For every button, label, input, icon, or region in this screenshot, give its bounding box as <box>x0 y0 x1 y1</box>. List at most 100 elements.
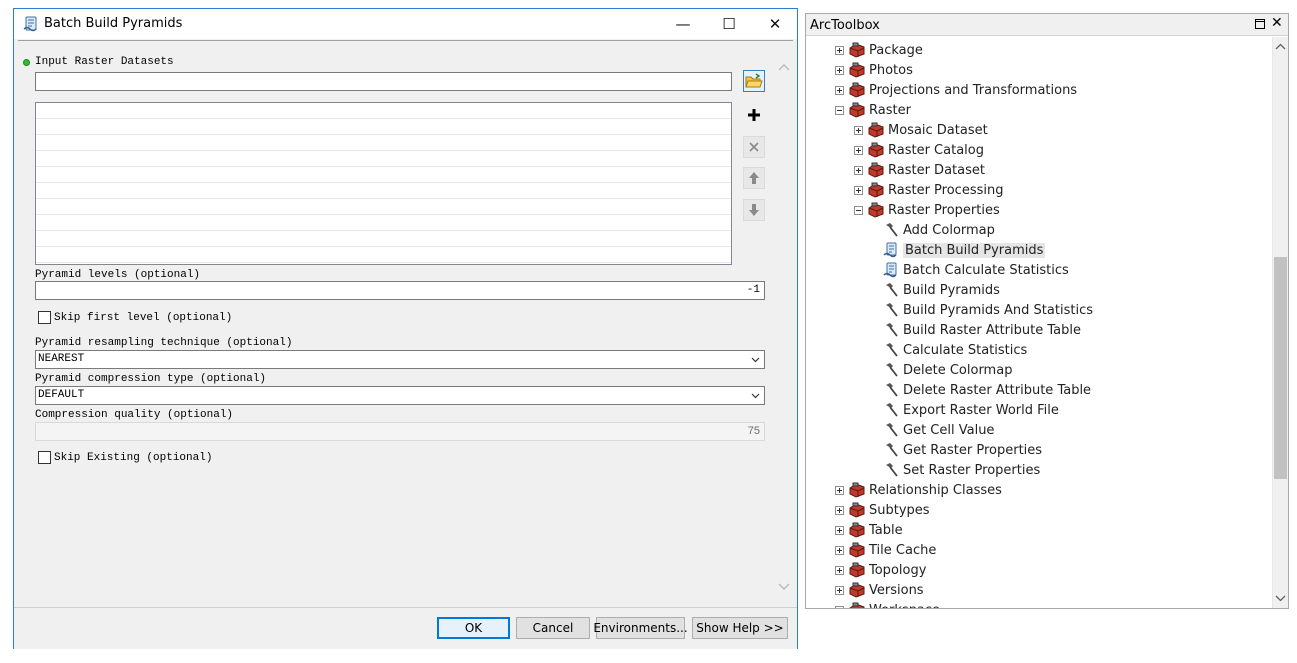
tree-item-get-raster-properties[interactable]: Get Raster Properties <box>883 440 1042 460</box>
tree-item-mosaic-dataset[interactable]: Mosaic Dataset <box>854 120 988 140</box>
tree-item-build-raster-attribute-table[interactable]: Build Raster Attribute Table <box>883 320 1081 340</box>
tree-item-add-colormap[interactable]: Add Colormap <box>883 220 995 240</box>
compression-type-label: Pyramid compression type (optional) <box>35 373 267 385</box>
expand-icon[interactable] <box>835 605 844 608</box>
expand-icon[interactable] <box>835 545 844 555</box>
tree-item-batch-build-pyramids[interactable]: Batch Build Pyramids <box>883 240 1046 260</box>
expand-icon[interactable] <box>835 85 844 95</box>
tree-item-raster[interactable]: Raster <box>835 100 911 120</box>
tree-item-label: Calculate Statistics <box>903 342 1028 358</box>
add-item-button[interactable] <box>743 104 765 126</box>
collapse-icon[interactable] <box>835 105 844 115</box>
expand-icon[interactable] <box>835 485 844 495</box>
expand-icon[interactable] <box>835 565 844 575</box>
minimize-button[interactable]: — <box>660 9 706 39</box>
tree-item-workspace[interactable]: Workspace <box>835 600 940 608</box>
collapse-icon[interactable] <box>854 205 863 215</box>
compression-quality-input[interactable]: 75 <box>35 422 765 441</box>
toolbox-icon <box>849 522 865 538</box>
close-panel-button[interactable]: ✕ <box>1271 15 1283 31</box>
tree-item-label: Mosaic Dataset <box>888 122 988 138</box>
move-up-button[interactable] <box>743 167 765 189</box>
scroll-up-icon[interactable] <box>1275 43 1286 51</box>
expand-icon[interactable] <box>854 145 863 155</box>
tree-item-build-pyramids-and-statistics[interactable]: Build Pyramids And Statistics <box>883 300 1093 320</box>
pyramid-levels-input[interactable]: -1 <box>35 281 765 300</box>
scrollbar-thumb[interactable] <box>1274 257 1287 479</box>
expand-icon[interactable] <box>854 185 863 195</box>
toolbox-icon <box>868 202 884 218</box>
skip-existing-checkbox[interactable] <box>38 451 51 464</box>
environments-button[interactable]: Environments... <box>593 617 688 639</box>
arrow-down-icon <box>749 204 759 216</box>
hammer-tool-icon <box>886 223 898 237</box>
scroll-up-icon[interactable] <box>777 61 791 75</box>
tree-item-raster-catalog[interactable]: Raster Catalog <box>854 140 984 160</box>
required-indicator-icon <box>23 59 30 66</box>
x-icon <box>749 142 759 152</box>
tree-item-export-raster-world-file[interactable]: Export Raster World File <box>883 400 1059 420</box>
hammer-tool-icon <box>886 423 898 437</box>
ok-button[interactable]: OK <box>437 617 510 639</box>
expand-icon[interactable] <box>854 125 863 135</box>
maximize-button[interactable]: ☐ <box>706 9 752 39</box>
tree-item-label: Build Pyramids And Statistics <box>903 302 1093 318</box>
batch-build-pyramids-dialog: Batch Build Pyramids — ☐ ✕ Input Raster … <box>13 8 798 649</box>
raster-dataset-list[interactable] <box>35 102 732 265</box>
tree-item-get-cell-value[interactable]: Get Cell Value <box>883 420 994 440</box>
toolbox-scrollbar[interactable] <box>1272 37 1288 608</box>
tree-item-versions[interactable]: Versions <box>835 580 924 600</box>
tree-item-label: Photos <box>869 62 913 78</box>
show-help-button[interactable]: Show Help >> <box>692 617 788 639</box>
tree-item-build-pyramids[interactable]: Build Pyramids <box>883 280 1000 300</box>
tree-item-table[interactable]: Table <box>835 520 903 540</box>
tree-item-label: Raster Catalog <box>888 142 984 158</box>
expand-icon[interactable] <box>835 585 844 595</box>
tree-item-label: Raster Properties <box>888 202 1000 218</box>
expand-icon[interactable] <box>835 525 844 535</box>
script-tool-icon <box>883 242 897 258</box>
tree-item-raster-dataset[interactable]: Raster Dataset <box>854 160 985 180</box>
toolbox-icon <box>849 82 865 98</box>
tree-item-raster-processing[interactable]: Raster Processing <box>854 180 1003 200</box>
tree-item-raster-properties[interactable]: Raster Properties <box>854 200 1000 220</box>
scroll-down-icon[interactable] <box>1275 594 1286 602</box>
expand-icon[interactable] <box>854 165 863 175</box>
tree-item-label: Projections and Transformations <box>869 82 1078 98</box>
tree-item-calculate-statistics[interactable]: Calculate Statistics <box>883 340 1027 360</box>
restore-icon[interactable] <box>1254 18 1266 30</box>
tree-item-set-raster-properties[interactable]: Set Raster Properties <box>883 460 1040 480</box>
browse-folder-button[interactable] <box>743 70 765 92</box>
expand-icon[interactable] <box>835 505 844 515</box>
move-down-button[interactable] <box>743 199 765 221</box>
cancel-button[interactable]: Cancel <box>516 617 590 639</box>
tree-item-delete-raster-attribute-table[interactable]: Delete Raster Attribute Table <box>883 380 1091 400</box>
skip-existing-label: Skip Existing (optional) <box>54 452 213 464</box>
tree-item-label: Get Raster Properties <box>903 442 1043 458</box>
skip-first-level-checkbox[interactable] <box>38 311 51 324</box>
tree-item-delete-colormap[interactable]: Delete Colormap <box>883 360 1012 380</box>
tree-item-relationship-classes[interactable]: Relationship Classes <box>835 480 1002 500</box>
hammer-tool-icon <box>886 463 898 477</box>
tree-item-tile-cache[interactable]: Tile Cache <box>835 540 936 560</box>
expand-icon[interactable] <box>835 65 844 75</box>
tree-item-topology[interactable]: Topology <box>835 560 926 580</box>
hammer-tool-icon <box>886 283 898 297</box>
tree-item-label: Batch Calculate Statistics <box>903 262 1069 278</box>
dialog-titlebar[interactable]: Batch Build Pyramids — ☐ ✕ <box>14 9 797 39</box>
hammer-tool-icon <box>886 443 898 457</box>
scroll-down-icon[interactable] <box>777 579 791 593</box>
expand-icon[interactable] <box>835 45 844 55</box>
remove-item-button[interactable] <box>743 136 765 158</box>
close-button[interactable]: ✕ <box>752 9 798 39</box>
compression-type-select[interactable]: DEFAULT <box>35 386 765 405</box>
tree-item-photos[interactable]: Photos <box>835 60 913 80</box>
tree-item-projections-and-transformations[interactable]: Projections and Transformations <box>835 80 1077 100</box>
input-raster-field[interactable] <box>35 72 732 91</box>
tree-item-label: Workspace <box>869 603 940 609</box>
tree-item-subtypes[interactable]: Subtypes <box>835 500 930 520</box>
tree-item-batch-calculate-statistics[interactable]: Batch Calculate Statistics <box>883 260 1069 280</box>
tree-item-package[interactable]: Package <box>835 40 923 60</box>
resampling-label: Pyramid resampling technique (optional) <box>35 337 293 349</box>
resampling-select[interactable]: NEAREST <box>35 350 765 369</box>
